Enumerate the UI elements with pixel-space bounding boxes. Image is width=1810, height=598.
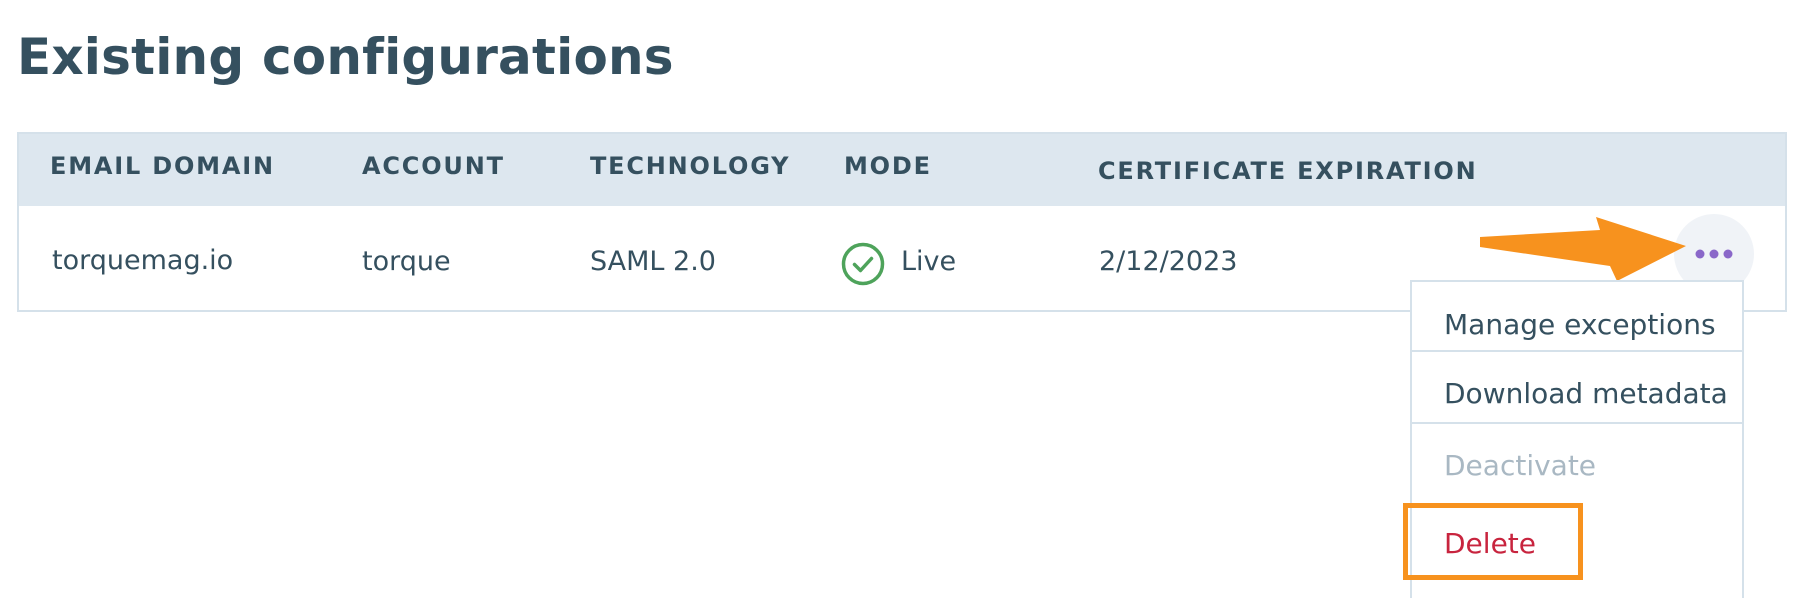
menu-divider: [1412, 350, 1742, 352]
actions-menu: Manage exceptions Download metadata Deac…: [1410, 280, 1744, 598]
header-certificate-expiration: CERTIFICATE EXPIRATION: [1098, 157, 1478, 185]
header-mode: MODE: [844, 152, 932, 180]
menu-item-delete[interactable]: Delete: [1412, 527, 1742, 560]
stage: Existing configurations EMAIL DOMAIN ACC…: [0, 0, 1810, 598]
cell-certificate-expiration: 2/12/2023: [1099, 246, 1238, 277]
page-title: Existing configurations: [17, 28, 674, 86]
cell-account: torque: [362, 246, 451, 277]
menu-divider: [1412, 422, 1742, 424]
menu-item-deactivate: Deactivate: [1444, 449, 1597, 482]
header-account: ACCOUNT: [362, 152, 505, 180]
check-circle-icon: [841, 242, 885, 286]
menu-item-manage-exceptions[interactable]: Manage exceptions: [1412, 308, 1742, 341]
cell-email-domain: torquemag.io: [52, 245, 234, 276]
more-horizontal-icon: [1695, 249, 1733, 259]
cell-mode: Live: [901, 246, 957, 277]
cell-technology: SAML 2.0: [590, 246, 716, 277]
table-header: EMAIL DOMAIN ACCOUNT TECHNOLOGY MODE CER…: [19, 134, 1785, 206]
header-technology: TECHNOLOGY: [590, 152, 791, 180]
menu-item-download-metadata[interactable]: Download metadata: [1412, 377, 1742, 410]
header-email-domain: EMAIL DOMAIN: [50, 152, 275, 180]
